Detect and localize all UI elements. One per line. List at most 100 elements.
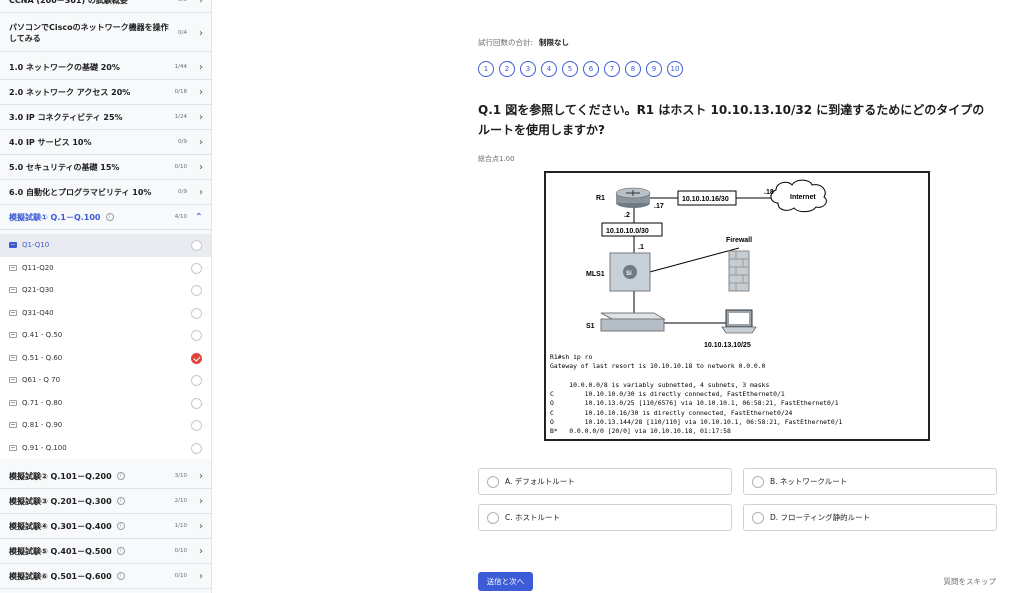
chevron-right-icon[interactable]: › xyxy=(199,155,203,179)
lesson-item[interactable]: Q.51 - Q.60 xyxy=(0,346,211,369)
sidebar-section-9[interactable]: 模擬試験② Q.101－Q.200 i 3/10 › xyxy=(0,464,211,489)
option-d-radio[interactable] xyxy=(752,512,764,524)
lesson-item[interactable]: Q.91 - Q.100 xyxy=(0,436,211,459)
page-button-3[interactable]: 3 xyxy=(520,61,536,77)
sidebar-section-0[interactable]: CCNA (200－301) の試験概要 0/5 › xyxy=(0,0,211,13)
section-title: 3.0 IP コネクティビティ 25% xyxy=(9,112,123,122)
chevron-right-icon[interactable]: › xyxy=(199,15,203,51)
sidebar-section-12[interactable]: 模擬試験⑤ Q.401－Q.500 i 0/10 › xyxy=(0,539,211,564)
sidebar-section-4[interactable]: 3.0 IP コネクティビティ 25% 1/24 › xyxy=(0,105,211,130)
points-label: 総合点1.00 xyxy=(478,155,515,163)
progress-circle-icon[interactable] xyxy=(191,262,202,274)
option-a[interactable]: A. デフォルトルート xyxy=(478,468,732,495)
submit-next-button[interactable]: 送信と次へ xyxy=(478,572,533,591)
section-count: 0/18 xyxy=(174,89,187,95)
chevron-right-icon[interactable]: › xyxy=(199,180,203,204)
option-b[interactable]: B. ネットワークルート xyxy=(743,468,997,495)
info-icon[interactable]: i xyxy=(116,472,125,480)
page-button-2[interactable]: 2 xyxy=(499,61,515,77)
chevron-right-icon[interactable]: › xyxy=(199,564,203,588)
option-c-label: C. ホストルート xyxy=(505,513,561,522)
lesson-item[interactable]: Q.41 - Q.50 xyxy=(0,324,211,347)
info-icon[interactable]: i xyxy=(105,213,114,221)
progress-circle-icon[interactable] xyxy=(191,240,202,251)
label-r1-port17: .17 xyxy=(654,203,664,210)
progress-circle-icon[interactable] xyxy=(191,442,202,454)
quiz-icon xyxy=(9,399,17,406)
terminal-line: B* 0.0.0.0/0 [20/0] via 10.10.10.18, 01:… xyxy=(550,427,731,436)
lesson-item[interactable]: Q31-Q40 xyxy=(0,301,211,324)
chevron-right-icon[interactable]: › xyxy=(199,130,203,154)
page-button-10[interactable]: 10 xyxy=(667,61,683,77)
page-button-8[interactable]: 8 xyxy=(625,61,641,77)
chevron-up-icon[interactable]: ⌃ xyxy=(195,205,203,229)
info-icon[interactable]: i xyxy=(116,522,125,530)
lesson-item-label: Q61 - Q 70 xyxy=(22,376,61,385)
option-a-radio[interactable] xyxy=(487,476,499,488)
page-button-5[interactable]: 5 xyxy=(562,61,578,77)
completed-check-icon[interactable] xyxy=(191,352,202,364)
option-c-radio[interactable] xyxy=(487,512,499,524)
section-count: 2/10 xyxy=(174,498,187,504)
label-link-top: 10.10.10.16/30 xyxy=(682,196,729,203)
sidebar-section-13[interactable]: 模擬試験⑥ Q.501－Q.600 i 0/10 › xyxy=(0,564,211,589)
routing-table-output: R1#sh ip ro Gateway of last resort is 10.… xyxy=(550,353,842,437)
sidebar-section-5[interactable]: 4.0 IP サービス 10% 0/9 › xyxy=(0,130,211,155)
sidebar-section-8[interactable]: 模擬試験① Q.1－Q.100 i 4/10 ⌃ xyxy=(0,205,211,230)
page-button-4[interactable]: 4 xyxy=(541,61,557,77)
lesson-item-label: Q.81 - Q.90 xyxy=(22,421,63,430)
chevron-right-icon[interactable]: › xyxy=(199,539,203,563)
option-c[interactable]: C. ホストルート xyxy=(478,504,732,531)
progress-circle-icon[interactable] xyxy=(191,375,202,386)
chevron-right-icon[interactable]: › xyxy=(199,80,203,104)
page-button-1[interactable]: 1 xyxy=(478,61,494,77)
sidebar-section-1[interactable]: パソコンでCiscoのネットワーク機器を操作してみる 0/4 › xyxy=(0,15,211,52)
lesson-item[interactable]: Q1-Q10 xyxy=(0,234,211,257)
page-button-7[interactable]: 7 xyxy=(604,61,620,77)
quiz-icon xyxy=(9,377,17,383)
sidebar-section-7[interactable]: 6.0 自動化とプログラマビリティ 10% 0/9 › xyxy=(0,180,211,205)
section-title: 4.0 IP サービス 10% xyxy=(9,137,92,147)
label-internet-port: .18 xyxy=(764,189,774,196)
progress-circle-icon[interactable] xyxy=(191,285,202,296)
lesson-item[interactable]: Q.71 - Q.80 xyxy=(0,391,211,414)
sidebar-section-3[interactable]: 2.0 ネットワーク アクセス 20% 0/18 › xyxy=(0,80,211,105)
chevron-right-icon[interactable]: › xyxy=(199,0,203,12)
router-icon xyxy=(615,187,651,208)
section-count: 1/24 xyxy=(174,114,187,120)
info-icon[interactable]: i xyxy=(116,547,125,555)
sidebar-section-2[interactable]: 1.0 ネットワークの基礎 20% 1/44 › xyxy=(0,55,211,80)
chevron-right-icon[interactable]: › xyxy=(199,464,203,488)
terminal-line: R1#sh ip ro xyxy=(550,353,593,361)
chevron-right-icon[interactable]: › xyxy=(199,55,203,79)
host-pc-icon xyxy=(721,309,757,334)
page-button-9[interactable]: 9 xyxy=(646,61,662,77)
info-icon[interactable]: i xyxy=(116,497,125,505)
sidebar-section-10[interactable]: 模擬試験③ Q.201－Q.300 i 2/10 › xyxy=(0,489,211,514)
section-count: 4/10 xyxy=(174,214,187,220)
chevron-right-icon[interactable]: › xyxy=(199,514,203,538)
skip-question-link[interactable]: 質問をスキップ xyxy=(944,576,997,587)
option-d[interactable]: D. フローティング静的ルート xyxy=(743,504,997,531)
progress-circle-icon[interactable] xyxy=(191,307,202,319)
lesson-item[interactable]: Q21-Q30 xyxy=(0,279,211,302)
quiz-icon xyxy=(9,309,17,316)
info-icon[interactable]: i xyxy=(116,572,125,580)
lesson-item-label: Q1-Q10 xyxy=(22,241,50,250)
lesson-item[interactable]: Q61 - Q 70 xyxy=(0,369,211,392)
section-count: 0/9 xyxy=(178,189,187,195)
option-b-radio[interactable] xyxy=(752,476,764,488)
progress-circle-icon[interactable] xyxy=(191,330,202,341)
sidebar-section-6[interactable]: 5.0 セキュリティの基礎 15% 0/10 › xyxy=(0,155,211,180)
chevron-right-icon[interactable]: › xyxy=(199,489,203,513)
page-button-6[interactable]: 6 xyxy=(583,61,599,77)
sidebar-section-11[interactable]: 模擬試験④ Q.301－Q.400 i 1/10 › xyxy=(0,514,211,539)
lesson-item[interactable]: Q.81 - Q.90 xyxy=(0,414,211,437)
lesson-item[interactable]: Q11-Q20 xyxy=(0,256,211,279)
lesson-item-label: Q31-Q40 xyxy=(22,308,54,317)
progress-circle-icon[interactable] xyxy=(191,397,202,409)
progress-circle-icon[interactable] xyxy=(191,420,202,431)
section-title: 模擬試験⑥ Q.501－Q.600 i xyxy=(9,564,169,588)
chevron-right-icon[interactable]: › xyxy=(199,105,203,129)
